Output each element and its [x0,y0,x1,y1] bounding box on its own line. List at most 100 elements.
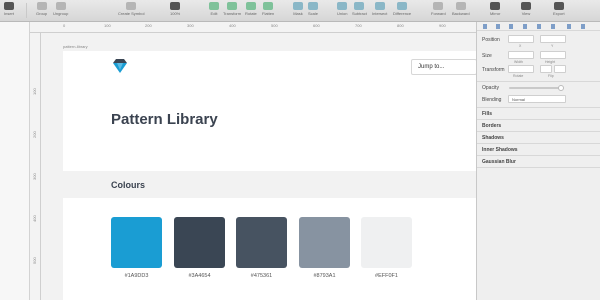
toolbar-divider [26,3,27,18]
divider [477,131,600,132]
ruler-label: 500 [271,23,278,28]
blending-select[interactable]: Normal [508,95,566,103]
distribute-horizontal-icon[interactable] [567,24,571,29]
scale-icon [308,2,318,10]
jump-to-dropdown[interactable]: Jump to... [411,59,477,75]
union-button[interactable]: Union [337,2,347,16]
shadows-section[interactable]: Shadows [482,135,504,141]
edit-icon [209,2,219,10]
opacity-slider[interactable] [509,87,559,89]
intersect-button[interactable]: Intersect [372,2,387,16]
export-button[interactable]: Export [553,2,565,16]
align-top-icon[interactable] [523,24,527,29]
flatten-button[interactable]: Flatten [262,2,274,16]
distribute-vertical-icon[interactable] [581,24,585,29]
position-label: Position [482,37,500,43]
swatch-label: #475361 [250,273,273,279]
blending-label: Blending [482,97,502,103]
mirror-button[interactable]: Mirror [490,2,500,16]
mask-icon [293,2,303,10]
borders-section[interactable]: Borders [482,123,501,129]
ruler-label: 0 [63,23,66,28]
inner-shadows-section[interactable]: Inner Shadows [482,147,518,153]
opacity-slider-knob[interactable] [558,85,564,91]
ruler-label: 800 [397,23,404,28]
colour-swatch[interactable] [299,217,350,268]
backward-icon [455,2,466,10]
section-header-band: Colours [63,171,476,198]
section-title: Colours [111,180,146,190]
rotate-button[interactable]: Rotate [245,2,257,16]
flip-vertical-button[interactable] [554,65,566,73]
align-left-icon[interactable] [483,24,487,29]
backward-button[interactable]: Backward [452,2,470,16]
divider [477,107,600,108]
ruler-label: 200 [145,23,152,28]
alignment-toolbar [477,22,600,31]
flatten-icon [263,2,274,10]
inspector-panel: Position X Y Size Width Height Transform… [476,22,600,300]
insert-button[interactable]: Insert [4,2,14,16]
transform-label: Transform [482,67,505,73]
rotate-label: Rotate [513,74,524,78]
intersect-icon [374,2,385,10]
group-button[interactable]: Group [36,2,47,16]
width-field[interactable] [508,51,534,59]
colour-swatch[interactable] [361,217,412,268]
ruler-label: 400 [229,23,236,28]
create-symbol-button[interactable]: Create Symbol [118,2,144,16]
ruler-label: 200 [32,131,37,138]
height-label: Height [545,60,556,64]
divider [477,143,600,144]
height-field[interactable] [540,51,566,59]
flip-label: Flip [548,74,554,78]
zoom-control[interactable]: 100% [170,2,180,16]
swatch-label: #3A4654 [188,273,211,279]
layers-panel [0,22,30,300]
ungroup-button[interactable]: Ungroup [53,2,68,16]
horizontal-ruler: 0 100 200 300 400 500 600 700 800 900 [30,22,476,33]
ruler-label: 900 [439,23,446,28]
x-label: X [519,44,522,48]
page-title: Pattern Library [111,111,218,128]
difference-button[interactable]: Difference [393,2,411,16]
view-button[interactable]: View [521,2,531,16]
fills-section[interactable]: Fills [482,111,492,117]
align-right-icon[interactable] [509,24,513,29]
difference-icon [397,2,408,10]
artboard-name[interactable]: pattern-library [63,44,88,49]
align-middle-icon[interactable] [537,24,541,29]
ruler-label: 100 [104,23,111,28]
colour-swatch[interactable] [236,217,287,268]
subtract-button[interactable]: Subtract [352,2,367,16]
width-label: Width [514,60,523,64]
forward-button[interactable]: Forward [431,2,446,16]
ruler-label: 700 [355,23,362,28]
edit-button[interactable]: Edit [209,2,219,16]
transform-button[interactable]: Transform [223,2,241,16]
opacity-label: Opacity [482,85,499,91]
align-center-icon[interactable] [496,24,500,29]
divider [477,155,600,156]
swatch-label: #1A9DD3 [124,273,149,279]
y-position-field[interactable] [540,35,566,43]
swatch-label: #8793A1 [313,273,336,279]
toolbar: Insert Group Ungroup Create Symbol 100% … [0,0,600,22]
colour-swatch[interactable] [174,217,225,268]
rotate-icon [245,2,256,10]
size-label: Size [482,53,492,59]
scale-button[interactable]: Scale [308,2,318,16]
zoom-icon [170,2,181,10]
artboard[interactable]: Jump to... Pattern Library Colours #1A9D… [63,51,477,300]
mask-button[interactable]: Mask [293,2,303,16]
rotate-field[interactable] [508,65,534,73]
forward-icon [433,2,444,10]
align-bottom-icon[interactable] [551,24,555,29]
colour-swatch[interactable] [111,217,162,268]
ruler-label: 400 [32,215,37,222]
x-position-field[interactable] [508,35,534,43]
flip-horizontal-button[interactable] [540,65,552,73]
ruler-label: 600 [313,23,320,28]
gaussian-blur-section[interactable]: Gaussian Blur [482,159,516,165]
union-icon [337,2,348,10]
